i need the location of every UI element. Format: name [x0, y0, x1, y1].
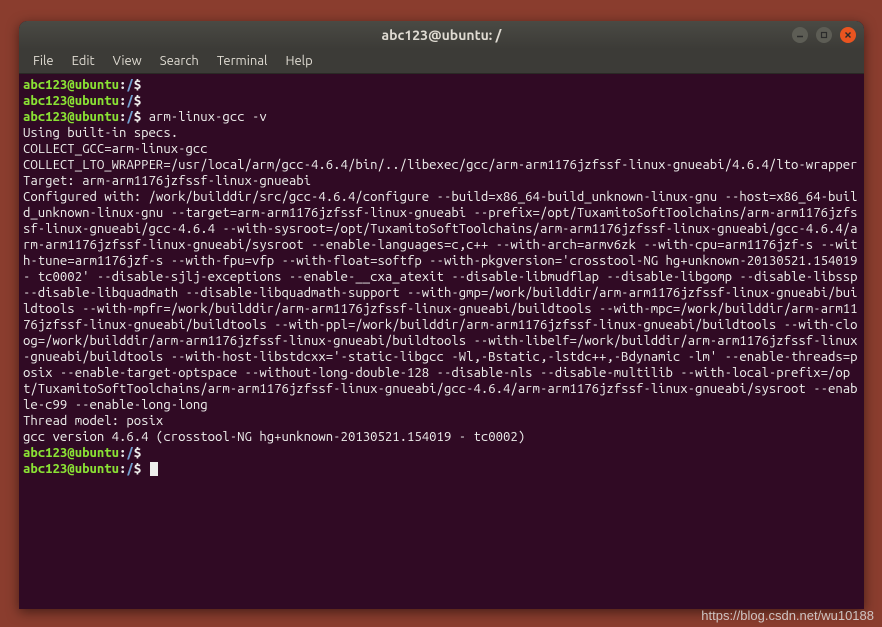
minimize-button[interactable]: [792, 27, 808, 43]
window-title: abc123@ubuntu: /: [382, 27, 502, 43]
close-button[interactable]: [840, 27, 856, 43]
prompt-symbol: $: [134, 110, 141, 124]
output-line: Using built-in specs.: [23, 126, 178, 140]
output-line: COLLECT_LTO_WRAPPER=/usr/local/arm/gcc-4…: [23, 158, 858, 172]
titlebar[interactable]: abc123@ubuntu: /: [19, 21, 864, 49]
menu-file[interactable]: File: [25, 52, 62, 70]
output-line: gcc version 4.6.4 (crosstool-NG hg+unkno…: [23, 430, 525, 444]
output-line: Target: arm-arm1176jzfssf-linux-gnueabi: [23, 174, 311, 188]
menu-view[interactable]: View: [105, 52, 150, 70]
prompt-user-host: abc123@ubuntu: [23, 110, 119, 124]
menu-help[interactable]: Help: [277, 52, 320, 70]
watermark: https://blog.csdn.net/wu10188: [701, 608, 874, 623]
output-line: Configured with: /work/builddir/src/gcc-…: [23, 190, 864, 412]
prompt-user-host: abc123@ubuntu: [23, 94, 119, 108]
minimize-icon: [796, 31, 804, 39]
terminal-output[interactable]: abc123@ubuntu:/$ abc123@ubuntu:/$ abc123…: [19, 74, 864, 609]
prompt-user-host: abc123@ubuntu: [23, 462, 119, 476]
prompt-symbol: $: [134, 462, 141, 476]
prompt-path: /: [126, 110, 133, 124]
prompt-path: /: [126, 78, 133, 92]
prompt-symbol: $: [134, 94, 141, 108]
maximize-button[interactable]: [816, 27, 832, 43]
prompt-symbol: $: [134, 446, 141, 460]
terminal-window: abc123@ubuntu: / File Edit View Search T…: [19, 21, 864, 609]
prompt-path: /: [126, 462, 133, 476]
close-icon: [844, 31, 852, 39]
output-line: COLLECT_GCC=arm-linux-gcc: [23, 142, 208, 156]
prompt-path: /: [126, 94, 133, 108]
prompt-path: /: [126, 446, 133, 460]
prompt-user-host: abc123@ubuntu: [23, 78, 119, 92]
menubar: File Edit View Search Terminal Help: [19, 49, 864, 74]
prompt-user-host: abc123@ubuntu: [23, 446, 119, 460]
prompt-symbol: $: [134, 78, 141, 92]
cursor: [150, 462, 158, 476]
command-text: arm-linux-gcc -v: [149, 110, 267, 124]
menu-terminal[interactable]: Terminal: [209, 52, 276, 70]
menu-edit[interactable]: Edit: [64, 52, 103, 70]
output-line: Thread model: posix: [23, 414, 163, 428]
maximize-icon: [820, 31, 828, 39]
window-controls: [792, 27, 856, 43]
menu-search[interactable]: Search: [152, 52, 207, 70]
